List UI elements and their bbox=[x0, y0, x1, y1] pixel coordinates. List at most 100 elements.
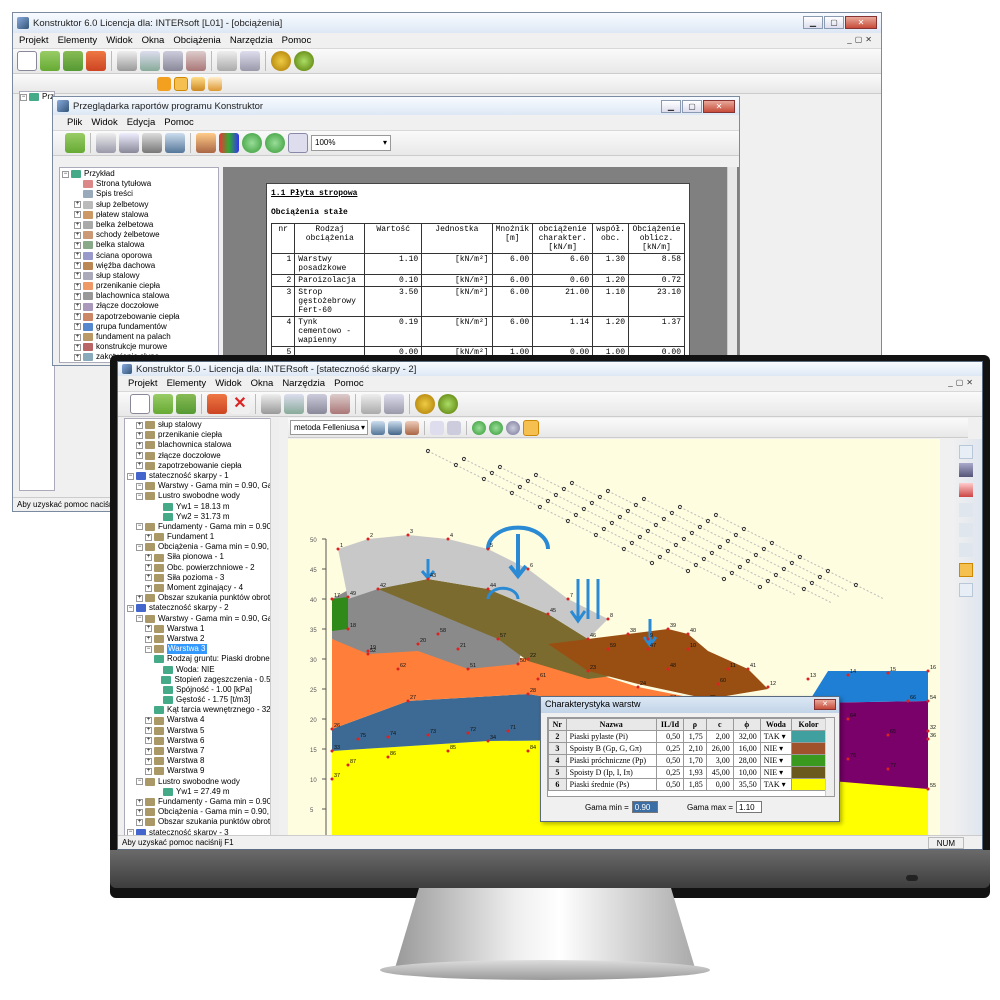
move-down-icon[interactable] bbox=[959, 463, 973, 477]
front-tree-item[interactable]: − Lustro swobodne wody bbox=[127, 777, 275, 787]
front-calculator-icon[interactable] bbox=[361, 394, 381, 414]
layer-row[interactable]: 2 Piaski pylaste (Pi) 0,50 1,75 2,00 32,00 TAK… bbox=[548, 730, 826, 743]
menu-elementy[interactable]: Elementy bbox=[58, 35, 98, 46]
front-tree-item[interactable]: − stateczność skarpy - 1 bbox=[127, 471, 275, 481]
layer-icon[interactable] bbox=[959, 543, 973, 557]
front-tree-item[interactable]: Stopień zagęszczenia - 0.50 bbox=[127, 675, 275, 685]
grid-tool-icon[interactable] bbox=[430, 420, 444, 435]
close-button[interactable]: ✕ bbox=[845, 16, 877, 29]
calculator-icon[interactable] bbox=[217, 51, 237, 71]
layout-icon[interactable] bbox=[157, 76, 171, 91]
front-tree-item[interactable]: + Warstwa 5 bbox=[127, 726, 275, 736]
frame-icon[interactable] bbox=[191, 76, 205, 91]
layer-color-swatch[interactable] bbox=[791, 754, 826, 767]
report-doc-icon[interactable] bbox=[96, 133, 116, 153]
front-tree-item[interactable]: + Warstwa 6 bbox=[127, 736, 275, 746]
water-chevron-down-icon[interactable]: ▾ bbox=[777, 756, 783, 765]
front-tree-item[interactable]: + Siła pionowa - 1 bbox=[127, 552, 275, 562]
front-tree-item[interactable]: + zapotrzebowanie ciepła bbox=[127, 461, 275, 471]
colors-icon[interactable] bbox=[219, 133, 239, 153]
front-tools-icon[interactable] bbox=[307, 394, 327, 414]
front-tree-item[interactable]: −Warstwy - Gama min = 0.90, Gama ma bbox=[127, 481, 277, 491]
front-tree-item[interactable]: +Obciążenia - Gama min = 0.90, Gama ma bbox=[127, 807, 277, 817]
report-doc2-icon[interactable] bbox=[119, 133, 139, 153]
front-info-icon[interactable] bbox=[438, 394, 458, 414]
layer-color-swatch[interactable] bbox=[791, 766, 826, 779]
import-icon[interactable] bbox=[140, 51, 160, 71]
layer-cell-water[interactable]: TAK ▾ bbox=[759, 778, 793, 791]
menu-narzedzia[interactable]: Narzędzia bbox=[230, 35, 273, 46]
copy-icon[interactable] bbox=[959, 523, 973, 537]
menu-okna[interactable]: Okna bbox=[142, 35, 165, 46]
zoom-select[interactable]: 100% ▾ bbox=[311, 135, 391, 151]
front-tree-item[interactable]: + Warstwa 9 bbox=[127, 766, 275, 776]
front-menu-narzedzia[interactable]: Narzędzia bbox=[282, 378, 325, 389]
dialog-titlebar[interactable]: Charakterystyka warstw ✕ bbox=[541, 697, 839, 713]
folder-icon[interactable] bbox=[63, 51, 83, 71]
format-icon[interactable] bbox=[196, 133, 216, 153]
zoom-minus-icon[interactable] bbox=[489, 420, 503, 435]
front-menu-widok[interactable]: Widok bbox=[215, 378, 241, 389]
edit-icon[interactable] bbox=[959, 503, 973, 517]
report-tree-item[interactable]: + płatew stalowa bbox=[62, 210, 216, 220]
tree-root[interactable]: −Przykład bbox=[20, 92, 54, 102]
report-tree-item[interactable]: + fundament na palach bbox=[62, 332, 216, 342]
front-tree-item[interactable]: +Fundamenty - Gama min = 0.90, Gama ma bbox=[127, 797, 277, 807]
layer-cell-water[interactable]: NIE ▾ bbox=[759, 742, 793, 755]
front-tree-item[interactable]: −Obciążenia - Gama min = 0.90, Gama ma bbox=[127, 542, 277, 552]
front-tree-item[interactable]: −Warstwy - Gama min = 0.90, Gama ma bbox=[127, 614, 277, 624]
front-close-icon[interactable]: ✕ bbox=[230, 394, 250, 414]
front-tree-item[interactable]: Rodzaj gruntu: Piaski drobne [P bbox=[127, 654, 277, 664]
minimize-button[interactable]: ▁ bbox=[803, 16, 823, 29]
zoom-plus-icon[interactable] bbox=[472, 420, 486, 435]
front-tree-item[interactable]: + Warstwa 8 bbox=[127, 756, 275, 766]
front-tree-item[interactable]: − Lustro swobodne wody bbox=[127, 491, 275, 501]
method-select[interactable]: metoda Felleniusa ▾ bbox=[290, 420, 368, 435]
front-save-icon[interactable] bbox=[207, 394, 227, 414]
report-icon[interactable] bbox=[240, 51, 260, 71]
front-tree-item[interactable]: + Warstwa 1 bbox=[127, 624, 275, 634]
front-tree-item[interactable]: Spójność - 1.00 [kPa] bbox=[127, 685, 275, 695]
report-minimize-button[interactable]: ▁ bbox=[661, 100, 681, 113]
save-icon[interactable] bbox=[86, 51, 106, 71]
front-tree-item[interactable]: + Obszar szukania punktów obrotu bbox=[127, 593, 275, 603]
front-tree-item[interactable]: Yw1 = 27.49 m bbox=[127, 787, 275, 797]
front-menu-projekt[interactable]: Projekt bbox=[128, 378, 158, 389]
report-tree-item[interactable]: + belka stalowa bbox=[62, 240, 216, 250]
maximize-button[interactable]: ▢ bbox=[824, 16, 844, 29]
report-menu-widok[interactable]: Widok bbox=[91, 117, 117, 128]
report-tree-item[interactable]: + belka żelbetowa bbox=[62, 220, 216, 230]
front-export-icon[interactable] bbox=[261, 394, 281, 414]
table-view-icon[interactable] bbox=[959, 563, 973, 577]
dialog-close-button[interactable]: ✕ bbox=[814, 699, 836, 710]
front-delete-tools-icon[interactable] bbox=[330, 394, 350, 414]
report-open-icon[interactable] bbox=[65, 133, 85, 153]
layer-color-swatch[interactable] bbox=[791, 730, 826, 743]
gama-min-input[interactable]: 0.90 bbox=[631, 801, 658, 813]
layout-active-icon[interactable] bbox=[174, 76, 188, 91]
report-tree-item[interactable]: Spis treści bbox=[62, 189, 216, 199]
layer-row[interactable]: 5 Spoisty D (Ip, I, Iπ) 0,25 1,93 45,00 10,00… bbox=[548, 766, 826, 779]
front-tree-item[interactable]: Gęstość - 1.75 [t/m3] bbox=[127, 695, 275, 705]
report-menu-pomoc[interactable]: Pomoc bbox=[164, 117, 194, 128]
layer-cell-water[interactable]: NIE ▾ bbox=[759, 754, 793, 767]
layer-color-swatch[interactable] bbox=[791, 742, 826, 755]
front-report-icon[interactable] bbox=[384, 394, 404, 414]
tools-icon[interactable] bbox=[163, 51, 183, 71]
pan-tool-icon[interactable] bbox=[523, 419, 539, 436]
layer-color-swatch[interactable] bbox=[791, 778, 826, 791]
report-tree-item[interactable]: + zapotrzebowanie ciepła bbox=[62, 312, 216, 322]
report-titlebar[interactable]: Przeglądarka raportów programu Konstrukt… bbox=[53, 97, 739, 115]
front-tree-item[interactable]: + złącze doczołowe bbox=[127, 451, 275, 461]
front-tree-scrollbar[interactable] bbox=[270, 418, 279, 836]
report-tree-item[interactable]: + ściana oporowa bbox=[62, 251, 216, 261]
arrow-tool-icon[interactable] bbox=[388, 420, 402, 435]
report-tree-item[interactable]: + przenikanie ciepła bbox=[62, 281, 216, 291]
front-tree-item[interactable]: + przenikanie ciepła bbox=[127, 430, 275, 440]
front-tree-item[interactable]: + Moment zginający - 4 bbox=[127, 583, 275, 593]
power-button[interactable] bbox=[906, 875, 918, 881]
layer-row[interactable]: 3 Spoisty B (Gp, G, Gπ) 0,25 2,10 26,00 16,00… bbox=[548, 742, 826, 755]
front-tree-item[interactable]: + blachownica stalowa bbox=[127, 440, 275, 450]
zoom-fit-icon[interactable] bbox=[506, 420, 520, 435]
menu-obciazenia[interactable]: Obciążenia bbox=[173, 35, 221, 46]
